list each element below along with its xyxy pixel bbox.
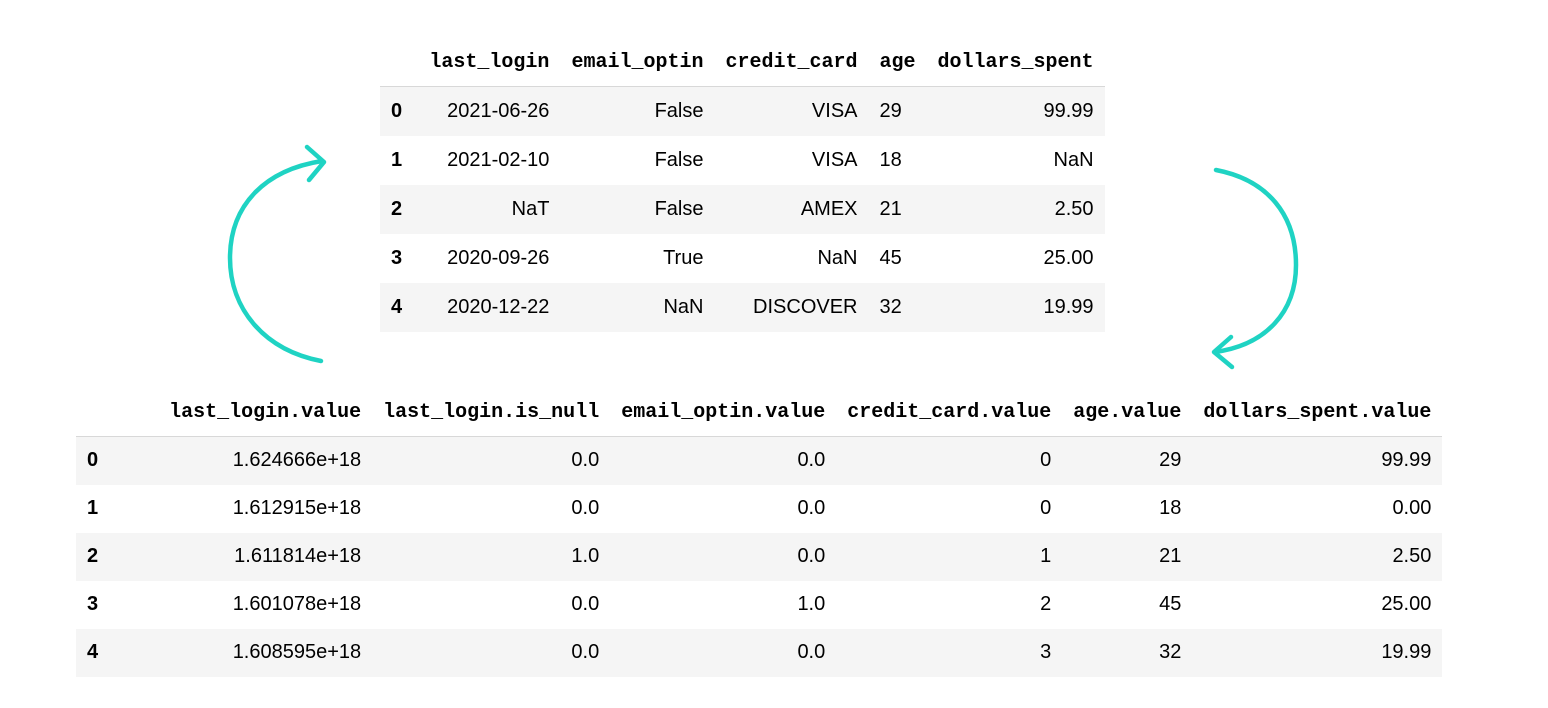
arrows-layer: [227, 144, 1299, 370]
curved-arrow-left-icon: [227, 144, 327, 364]
curved-arrow-right-icon: [1211, 167, 1299, 370]
